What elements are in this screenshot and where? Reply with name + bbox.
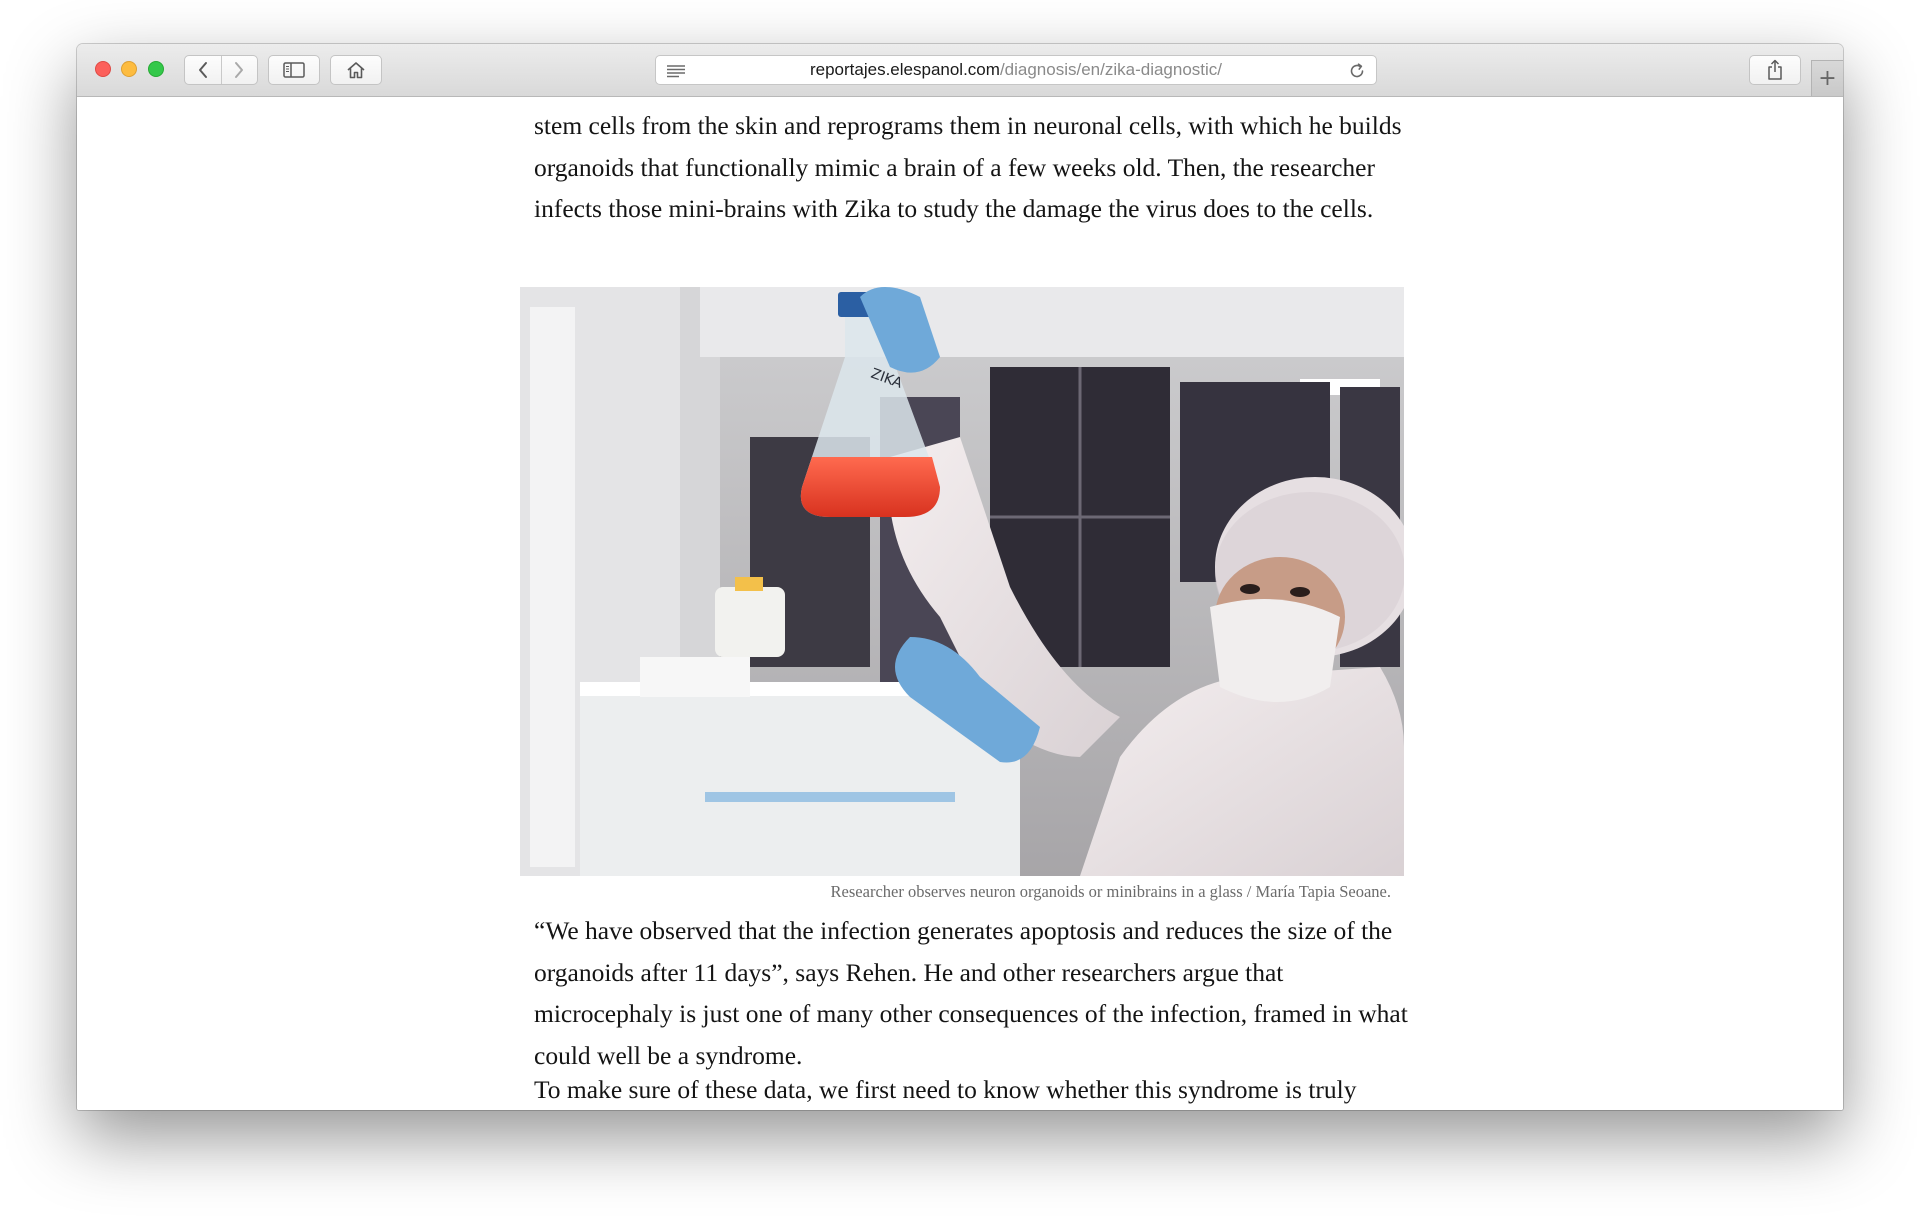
article-paragraph: stem cells from the skin and reprograms …	[534, 111, 1402, 223]
home-icon	[347, 62, 365, 79]
minimize-window-button[interactable]	[121, 61, 137, 77]
forward-chevron-icon	[235, 62, 244, 78]
close-window-button[interactable]	[95, 61, 111, 77]
address-bar[interactable]: reportajes.elespanol.com/diagnosis/en/zi…	[655, 55, 1377, 85]
sidebar-icon	[283, 62, 305, 78]
plus-icon: +	[1818, 66, 1837, 91]
reader-icon[interactable]	[666, 64, 686, 78]
sidebar-button[interactable]	[268, 55, 320, 85]
share-button[interactable]	[1749, 55, 1801, 85]
home-button[interactable]	[330, 55, 382, 85]
maximize-window-button[interactable]	[148, 61, 164, 77]
url-text: reportajes.elespanol.com/diagnosis/en/zi…	[810, 60, 1222, 80]
reload-icon[interactable]	[1348, 62, 1366, 80]
photo-caption: Researcher observes neuron organoids or …	[830, 882, 1391, 901]
back-button[interactable]	[185, 56, 221, 84]
back-forward-group	[184, 55, 258, 85]
url-path: /diagnosis/en/zika-diagnostic/	[999, 60, 1223, 79]
share-icon	[1768, 59, 1782, 80]
url-host: reportajes.elespanol.com	[809, 60, 1000, 79]
new-tab-button[interactable]: +	[1811, 60, 1843, 96]
article-paragraph-partial: To make sure of these data, we first nee…	[534, 1075, 1357, 1104]
article-photo: ZIKA	[520, 287, 1404, 876]
page-content: stem cells from the skin and reprograms …	[77, 97, 1843, 1110]
article-paragraph: “We have observed that the infection gen…	[534, 916, 1408, 1070]
lab-photo-illustration: ZIKA	[520, 287, 1404, 876]
forward-button[interactable]	[220, 56, 258, 84]
browser-window: reportajes.elespanol.com/diagnosis/en/zi…	[77, 44, 1843, 1110]
browser-toolbar: reportajes.elespanol.com/diagnosis/en/zi…	[77, 44, 1843, 97]
back-chevron-icon	[198, 62, 207, 78]
